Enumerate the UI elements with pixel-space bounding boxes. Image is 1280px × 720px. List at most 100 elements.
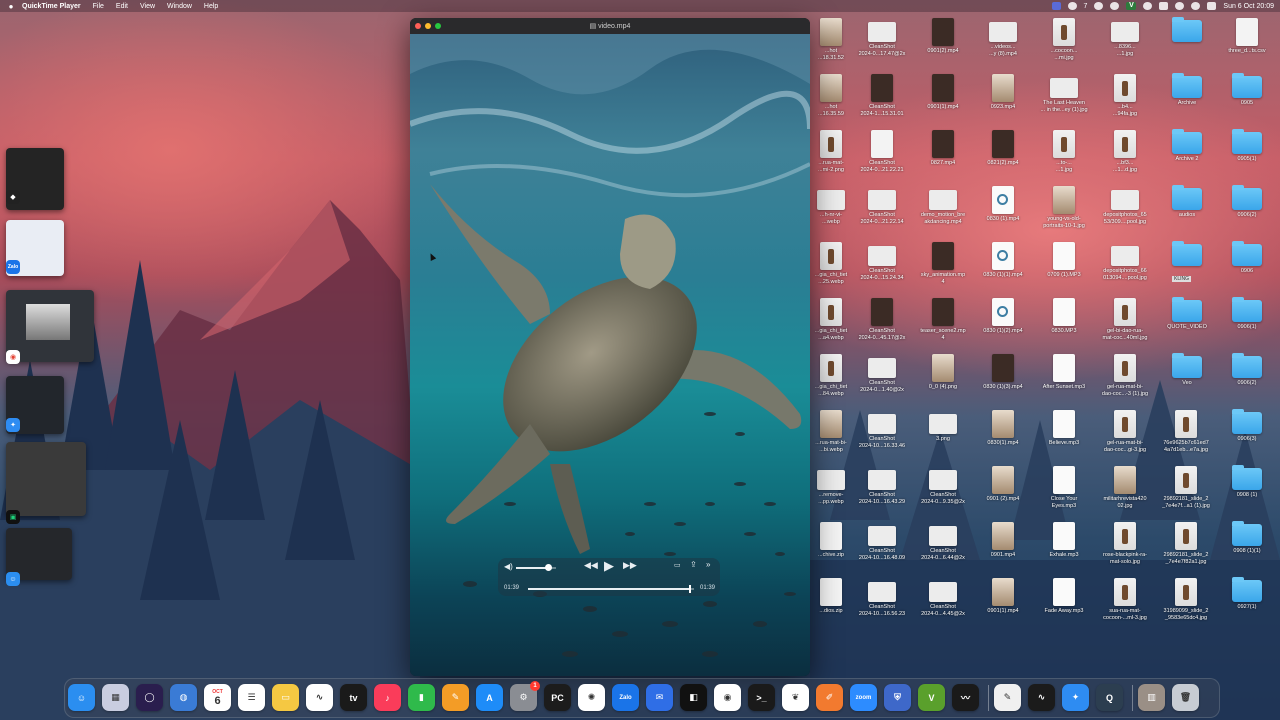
textedit-icon[interactable]: ✎ <box>994 684 1021 711</box>
desktop-file-8-4[interactable]: 0906 <box>1216 241 1278 298</box>
terminal-icon[interactable]: >_ <box>748 684 775 711</box>
network-icon[interactable]: ◍ <box>170 684 197 711</box>
desktop-file-7-0[interactable] <box>1156 17 1218 74</box>
menu-help[interactable]: Help <box>204 3 218 10</box>
desktop-file-5-6[interactable]: gel-rua-mat-bi- dao-coc...-3 (1).jpg <box>1094 354 1156 410</box>
desktop-file-8-10[interactable]: 0927(1) <box>1216 577 1278 634</box>
desktop-file-5-7[interactable]: gel-rua-mat-bi- dao-coc...gi-3.jpg <box>1094 410 1156 466</box>
desktop-file-8-2[interactable]: 0905(1) <box>1216 129 1278 186</box>
search-icon[interactable] <box>1191 2 1201 10</box>
apple-menu-icon[interactable]: ● <box>0 2 22 11</box>
desktop-file-7-5[interactable]: QUOTE_VIDEO <box>1156 297 1218 354</box>
vpn-icon[interactable]: V <box>1126 2 1137 10</box>
stage-window-6[interactable]: ☺ <box>6 528 72 586</box>
desktop-file-6-9[interactable]: 29892181_slide_2 _7e4e7f82a1.jpg <box>1155 522 1217 578</box>
desktop-file-1-5[interactable]: CleanShot 2024-0...45.17@2x <box>851 298 913 354</box>
desktop-file-3-6[interactable]: 0830 (1)(3).mp4 <box>972 354 1034 410</box>
desktop-file-3-8[interactable]: 0901 (2).mp4 <box>972 466 1034 522</box>
desktop-file-8-9[interactable]: 0908 (1)(1) <box>1216 521 1278 578</box>
launchpad-icon[interactable]: ▦ <box>102 684 129 711</box>
desktop-file-3-2[interactable]: 0821(2).mp4 <box>972 130 1034 186</box>
desktop-file-3-5[interactable]: 0830 (1)(2).mp4 <box>972 298 1034 354</box>
desktop-file-8-5[interactable]: 0906(1) <box>1216 297 1278 354</box>
numbers-icon[interactable]: ▮ <box>408 684 435 711</box>
voice-memos-icon[interactable]: 〰 <box>952 684 979 711</box>
system-settings-icon[interactable]: ⚙ 1 <box>510 681 540 711</box>
menu-clock[interactable]: Sun 6 Oct 20:09 <box>1223 3 1274 10</box>
desktop-file-8-3[interactable]: 0906(2) <box>1216 185 1278 242</box>
desktop-file-3-3[interactable]: 0830 (1).mp4 <box>972 186 1034 242</box>
desktop-file-4-6[interactable]: After Sunset.mp3 <box>1033 354 1095 410</box>
desktop-file-1-9[interactable]: CleanShot 2024-10...16.48.09 <box>851 522 913 578</box>
desktop-file-4-8[interactable]: Close Your Eyes.mp3 <box>1033 466 1095 522</box>
quicktime-player-window[interactable]: ▤ video.mp4 ◀) ◀◀ ▶ ▶▶ ▭ ⇪ » 01:39 01:39 <box>410 18 810 676</box>
desktop-file-4-2[interactable]: ...to-... ...1.jpg <box>1033 130 1095 186</box>
safari-icon[interactable]: ✦ <box>1062 684 1089 711</box>
calendar-icon[interactable]: OCT 6 <box>204 684 231 711</box>
chrome-icon[interactable]: ◉ <box>714 684 741 711</box>
zoom-icon[interactable]: zoom <box>850 684 877 711</box>
desktop-file-1-3[interactable]: CleanShot 2024-0...21.22.14 <box>851 186 913 242</box>
video-frame[interactable]: ◀) ◀◀ ▶ ▶▶ ▭ ⇪ » 01:39 01:39 <box>410 34 810 676</box>
finder-icon[interactable]: ☺ <box>68 684 95 711</box>
desktop-file-1-1[interactable]: CleanShot 2024-1...15.31.01 <box>851 74 913 130</box>
menu-view[interactable]: View <box>140 3 155 10</box>
desktop-file-5-5[interactable]: gel-bi-dao-rua- mat-coc...40ml.jpg <box>1094 298 1156 354</box>
desktop-file-2-10[interactable]: CleanShot 2024-0...4.45@2x <box>912 578 974 634</box>
rewind-button[interactable]: ◀◀ <box>584 560 598 571</box>
app-menu[interactable]: QuickTime Player <box>22 3 81 10</box>
desktop-file-8-1[interactable]: 0905 <box>1216 73 1278 130</box>
desktop-file-7-4[interactable] <box>1156 241 1218 298</box>
desktop-file-2-9[interactable]: CleanShot 2024-0...6.44@2x <box>912 522 974 578</box>
stage-window-5[interactable]: ▣ <box>6 442 86 524</box>
quicktime-icon[interactable]: Q <box>1096 684 1123 711</box>
desktop-file-1-7[interactable]: CleanShot 2024-10...16.33.46 <box>851 410 913 466</box>
desktop-file-4-10[interactable]: Fade Away.mp3 <box>1033 578 1095 634</box>
desktop-file-4-5[interactable]: 0830.MP3 <box>1033 298 1095 354</box>
apple-tv-icon[interactable]: tv <box>340 684 367 711</box>
desktop-file-1-4[interactable]: CleanShot 2024-0...15.24.34 <box>851 242 913 298</box>
desktop-file-1-6[interactable]: CleanShot 2024-0...1.40@2x <box>851 354 913 410</box>
app-store-icon[interactable]: A <box>476 684 503 711</box>
play-button[interactable]: ▶ <box>604 558 614 574</box>
desktop-file-8-0[interactable]: three_d...ts.csv <box>1216 18 1278 74</box>
desktop-file-2-2[interactable]: 0827.mp4 <box>912 130 974 186</box>
desktop-file-6-8[interactable]: 29892181_slide_2 _7e4e7f...a1 (1).jpg <box>1155 466 1217 522</box>
desktop-file-1-2[interactable]: CleanShot 2024-0...21.22.21 <box>851 130 913 186</box>
arc-icon[interactable]: ◯ <box>136 684 163 711</box>
menu-edit[interactable]: Edit <box>116 3 128 10</box>
vim-icon[interactable]: V <box>918 684 945 711</box>
desktop-file-1-8[interactable]: CleanShot 2024-10...16.43.29 <box>851 466 913 522</box>
stage-window-4[interactable]: ✦ <box>6 376 64 434</box>
desktop-file-2-6[interactable]: 0_0 (4).png <box>912 354 974 410</box>
desktop-file-5-0[interactable]: ...8396... ...1.jpg <box>1094 18 1156 74</box>
volume-icon[interactable]: ◀) <box>504 562 513 571</box>
fast-forward-button[interactable]: ▶▶ <box>623 560 637 571</box>
desktop-file-3-10[interactable]: 0901(1).mp4 <box>972 578 1034 634</box>
desktop-file-5-8[interactable]: militarhrevista420 02.jpg <box>1094 466 1156 522</box>
freeform-icon[interactable]: ∿ <box>306 684 333 711</box>
desktop-file-2-0[interactable]: 0901(2).mp4 <box>912 18 974 74</box>
desktop-file-7-3[interactable]: audios <box>1156 185 1218 242</box>
desktop-file-3-1[interactable]: 0923.mp4 <box>972 74 1034 130</box>
desktop-file-7-2[interactable]: Archive 2 <box>1156 129 1218 186</box>
desktop-file-8-8[interactable]: 0908 (1) <box>1216 465 1278 522</box>
desktop-file-4-0[interactable]: ...cocoon... ...mi.jpg <box>1033 18 1095 74</box>
desktop-file-2-1[interactable]: 0901(1).mp4 <box>912 74 974 130</box>
desktop-file-4-3[interactable]: young-vs-old- portraits-10-1.jpg <box>1033 186 1095 242</box>
display-icon[interactable] <box>1051 2 1061 10</box>
desktop-file-2-8[interactable]: CleanShot 2024-0...9.35@2x <box>912 466 974 522</box>
desktop-file-4-4[interactable]: 0709 (1).MP3 <box>1033 242 1095 298</box>
desktop-file-2-3[interactable]: demo_motion_bre akdancing.mp4 <box>912 186 974 242</box>
more-icon[interactable]: » <box>706 560 710 569</box>
desktop-file-8-7[interactable]: 0906(3) <box>1216 409 1278 466</box>
desktop-file-5-4[interactable]: depositphotos_66 013094....pool.jpg <box>1094 242 1156 298</box>
desktop-file-7-6[interactable]: Veo <box>1156 353 1218 410</box>
desktop-file-2-7[interactable]: 3.png <box>912 410 974 466</box>
desktop-file-3-7[interactable]: 0830(1).mp4 <box>972 410 1034 466</box>
shield-app-icon[interactable]: ⛨ <box>884 684 911 711</box>
battery-icon[interactable] <box>1159 2 1169 10</box>
desktop-file-3-4[interactable]: 0830 (1)(1).mp4 <box>972 242 1034 298</box>
pycharm-icon[interactable]: PC <box>544 684 571 711</box>
music-icon[interactable]: ♪ <box>374 684 401 711</box>
